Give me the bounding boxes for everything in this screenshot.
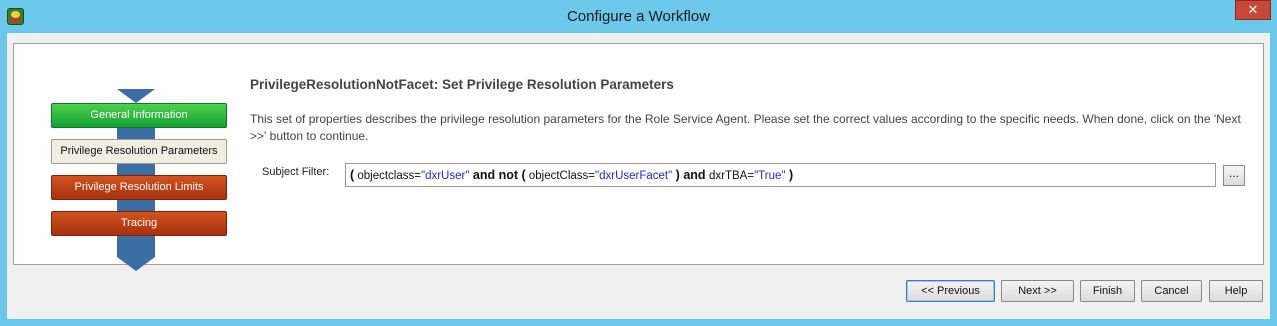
close-button[interactable]: ✕: [1235, 0, 1271, 20]
filter-token: and: [679, 168, 710, 182]
filter-token: ): [785, 168, 794, 182]
filter-token: objectclass=: [354, 170, 421, 182]
help-button[interactable]: Help: [1209, 280, 1263, 302]
finish-button[interactable]: Finish: [1080, 280, 1135, 302]
filter-token: objectClass=: [525, 170, 596, 182]
step-privilege-resolution-parameters[interactable]: Privilege Resolution Parameters: [51, 139, 227, 164]
title-bar[interactable]: Configure a Workflow ✕: [0, 0, 1277, 33]
filter-token: "dxrUser": [420, 170, 470, 182]
filter-token: ): [672, 168, 680, 182]
steps-arrow-notch: [117, 89, 155, 103]
step-general-information[interactable]: General Information: [51, 103, 227, 128]
wizard-client-area: General Information Privilege Resolution…: [7, 33, 1270, 319]
window-title: Configure a Workflow: [566, 8, 711, 25]
steps-arrow-head: [117, 257, 155, 271]
cancel-button[interactable]: Cancel: [1141, 280, 1202, 302]
step-privilege-resolution-limits[interactable]: Privilege Resolution Limits: [51, 175, 227, 200]
filter-token: dxrTBA=: [709, 170, 755, 182]
filter-token: "dxrUserFacet": [595, 170, 673, 182]
browse-filter-button[interactable]: ...: [1223, 165, 1245, 186]
step-tracing[interactable]: Tracing: [51, 211, 227, 236]
page-description: This set of properties describes the pri…: [250, 112, 1241, 143]
filter-token: "True": [754, 170, 786, 182]
page-title: PrivilegeResolutionNotFacet: Set Privile…: [250, 77, 674, 92]
next-button[interactable]: Next >>: [1001, 280, 1074, 302]
content-panel: General Information Privilege Resolution…: [13, 43, 1264, 271]
subject-filter-label: Subject Filter:: [262, 166, 330, 178]
filter-token: and not: [469, 168, 522, 182]
subject-filter-input[interactable]: ( objectclass="dxrUser" and not ( object…: [345, 163, 1216, 187]
previous-button[interactable]: << Previous: [906, 280, 995, 302]
wizard-window: Configure a Workflow ✕ General Informati…: [0, 0, 1277, 326]
